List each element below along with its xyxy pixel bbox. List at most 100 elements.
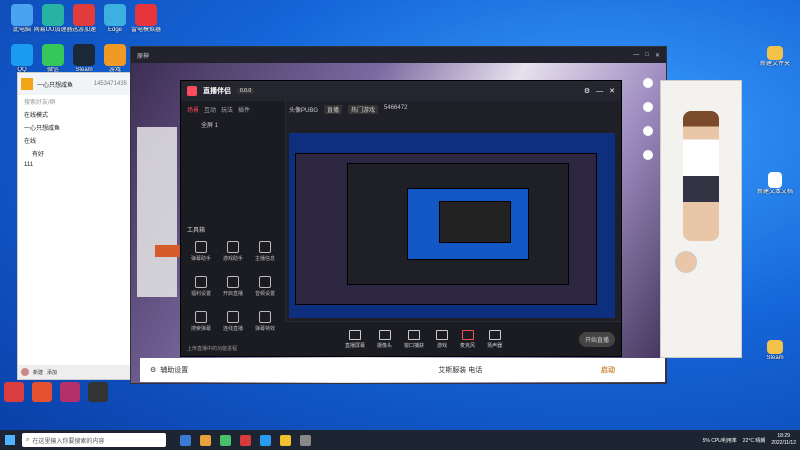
edge-icon <box>104 4 126 26</box>
app-icon[interactable] <box>60 382 80 402</box>
settings-icon[interactable]: ⚙ <box>150 366 156 374</box>
tool-item[interactable]: 主播信息 <box>249 241 281 262</box>
tab-play[interactable]: 玩法 <box>221 105 233 114</box>
qq-row[interactable]: 在线模式 <box>18 108 130 121</box>
stream-preview[interactable] <box>289 133 615 318</box>
lower-right[interactable]: 启动 <box>601 365 615 375</box>
wechat-icon[interactable] <box>643 102 653 112</box>
tab-scene[interactable]: 场景 <box>187 105 199 114</box>
minimize-icon[interactable]: — <box>633 52 639 58</box>
qq-row[interactable]: 一心只想咸鱼 <box>18 121 130 134</box>
folder-icon <box>767 46 783 60</box>
taskbar-app-icon[interactable] <box>260 434 271 446</box>
notice-text: 上传直播中的功能进程 <box>187 346 238 352</box>
mic-button[interactable]: 麦克风 <box>460 329 475 349</box>
wechat-icon <box>42 44 64 66</box>
qq-row[interactable]: 111 <box>18 160 130 170</box>
bell-icon[interactable] <box>643 150 653 160</box>
character-figure <box>683 111 719 241</box>
weibo-icon[interactable] <box>643 126 653 136</box>
qq-search[interactable]: 搜索好友/群 <box>18 95 130 108</box>
qq-row[interactable]: 有好 <box>18 147 130 160</box>
text-file-icon <box>768 172 782 188</box>
taskbar-app-icon[interactable] <box>220 434 231 446</box>
time: 18:29 <box>777 433 790 439</box>
app-icon[interactable] <box>32 382 52 402</box>
room-tag[interactable]: 直播 <box>324 105 343 114</box>
taskbar-app-icon[interactable] <box>180 434 191 446</box>
search-icon <box>195 311 207 323</box>
qq-record[interactable]: 添加 <box>47 369 57 376</box>
go-live-button[interactable]: 开始直播 <box>578 331 615 347</box>
tool-item[interactable]: 音频设置 <box>249 276 281 297</box>
tab-plugin[interactable]: 插件 <box>238 105 250 114</box>
qq-id: 1453471435 <box>93 81 127 87</box>
qq-bottom-bar: 新建 添加 <box>18 365 133 379</box>
minimize-icon[interactable]: — <box>596 88 603 95</box>
desktop-icon-emulator[interactable]: 雷电模拟器 <box>126 4 166 34</box>
qq-window: 一心只想咸鱼 1453471435 搜索好友/群 在线模式 一心只想咸鱼 在线 … <box>17 72 133 380</box>
folder-icon <box>767 340 783 354</box>
window-button[interactable]: 窗口捕获 <box>404 329 424 349</box>
tool-item[interactable]: 搜索弹幕 <box>185 311 217 332</box>
clock[interactable]: 18:29 2022/11/12 <box>771 433 796 447</box>
taskbar-app-icon[interactable] <box>280 434 291 446</box>
audio-icon <box>259 276 271 288</box>
tab-interact[interactable]: 互动 <box>204 105 216 114</box>
info-icon <box>259 241 271 253</box>
close-icon[interactable]: ✕ <box>609 87 615 95</box>
taskbar: ⌕ 在这里输入你要搜索的内容 5% CPU利用率 22°C 晴朗 18:29 2… <box>0 430 800 450</box>
settings-icon[interactable]: ⚙ <box>584 87 590 95</box>
speaker-icon <box>488 329 501 340</box>
app-icon[interactable] <box>88 382 108 402</box>
maximize-icon[interactable]: □ <box>645 52 649 58</box>
qq-bottom-label[interactable]: 新建 <box>33 369 43 376</box>
lower-left[interactable]: 辅助设置 <box>160 365 188 375</box>
screen-icon <box>349 329 361 340</box>
taskbar-search[interactable]: ⌕ 在这里输入你要搜索的内容 <box>22 433 166 447</box>
qq-row[interactable]: 在线 <box>18 134 130 147</box>
scene-item[interactable]: 全屏 1 <box>181 118 285 131</box>
camera-icon <box>378 329 391 340</box>
desktop-icon-game[interactable]: 游戏 <box>95 44 135 74</box>
windows-icon[interactable] <box>5 435 15 445</box>
game-button[interactable]: 游戏 <box>436 329 449 349</box>
weather[interactable]: 22°C 晴朗 <box>743 437 766 444</box>
camera-button[interactable]: 摄像头 <box>377 329 392 349</box>
qq-header: 一心只想咸鱼 1453471435 <box>18 73 130 95</box>
room-action[interactable]: 热门游戏 <box>348 105 379 114</box>
home-icon[interactable] <box>21 78 33 90</box>
game-label[interactable]: 头像PUBG <box>289 105 318 114</box>
taskbar-app-icon[interactable] <box>300 434 311 446</box>
taskbar-app-icon[interactable] <box>240 434 251 446</box>
tool-item[interactable]: 福利设置 <box>185 276 217 297</box>
desktop-icon-textfile[interactable]: 新建文本文档 <box>755 172 795 196</box>
streamer-header: 直播伴侣 0.0.0 ⚙ — ✕ <box>181 81 621 101</box>
speaker-button[interactable]: 扬声器 <box>487 329 502 349</box>
desktop-icon-steam-right[interactable]: Steam <box>755 340 795 362</box>
emulator-icon <box>135 4 157 26</box>
tool-item[interactable]: 开启直播 <box>217 276 249 297</box>
tool-item[interactable]: 游戏助手 <box>217 241 249 262</box>
lower-bar: ⚙ 辅助设置 艾斯服装 电话 启动 <box>140 358 665 382</box>
tool-item[interactable]: 连线直播 <box>217 311 249 332</box>
tool-item[interactable]: 弹幕特效 <box>249 311 281 332</box>
game-window-titlebar: 原神 — □ ✕ <box>131 47 666 63</box>
sidebar-tabs: 场景 互动 玩法 插件 <box>181 101 285 118</box>
screen-button[interactable]: 直播屏幕 <box>345 329 365 349</box>
avatar[interactable] <box>21 368 29 376</box>
app-icon[interactable] <box>4 382 24 402</box>
avatar[interactable] <box>675 251 697 273</box>
desktop-icon-folder[interactable]: 新建文件夹 <box>755 46 795 68</box>
close-icon[interactable]: ✕ <box>655 52 660 59</box>
qq-title: 一心只想咸鱼 <box>37 82 74 89</box>
taskbar-app-icon[interactable] <box>200 434 211 446</box>
streamer-brand: 直播伴侣 <box>203 88 231 95</box>
tool-item[interactable]: 弹幕助手 <box>185 241 217 262</box>
game-capture-icon <box>436 329 449 340</box>
chat-icon[interactable] <box>643 78 653 88</box>
desktop-bottom-icons <box>4 382 108 402</box>
side-toolbar <box>638 78 658 218</box>
game-helper-icon <box>227 241 239 253</box>
link-icon <box>227 311 239 323</box>
